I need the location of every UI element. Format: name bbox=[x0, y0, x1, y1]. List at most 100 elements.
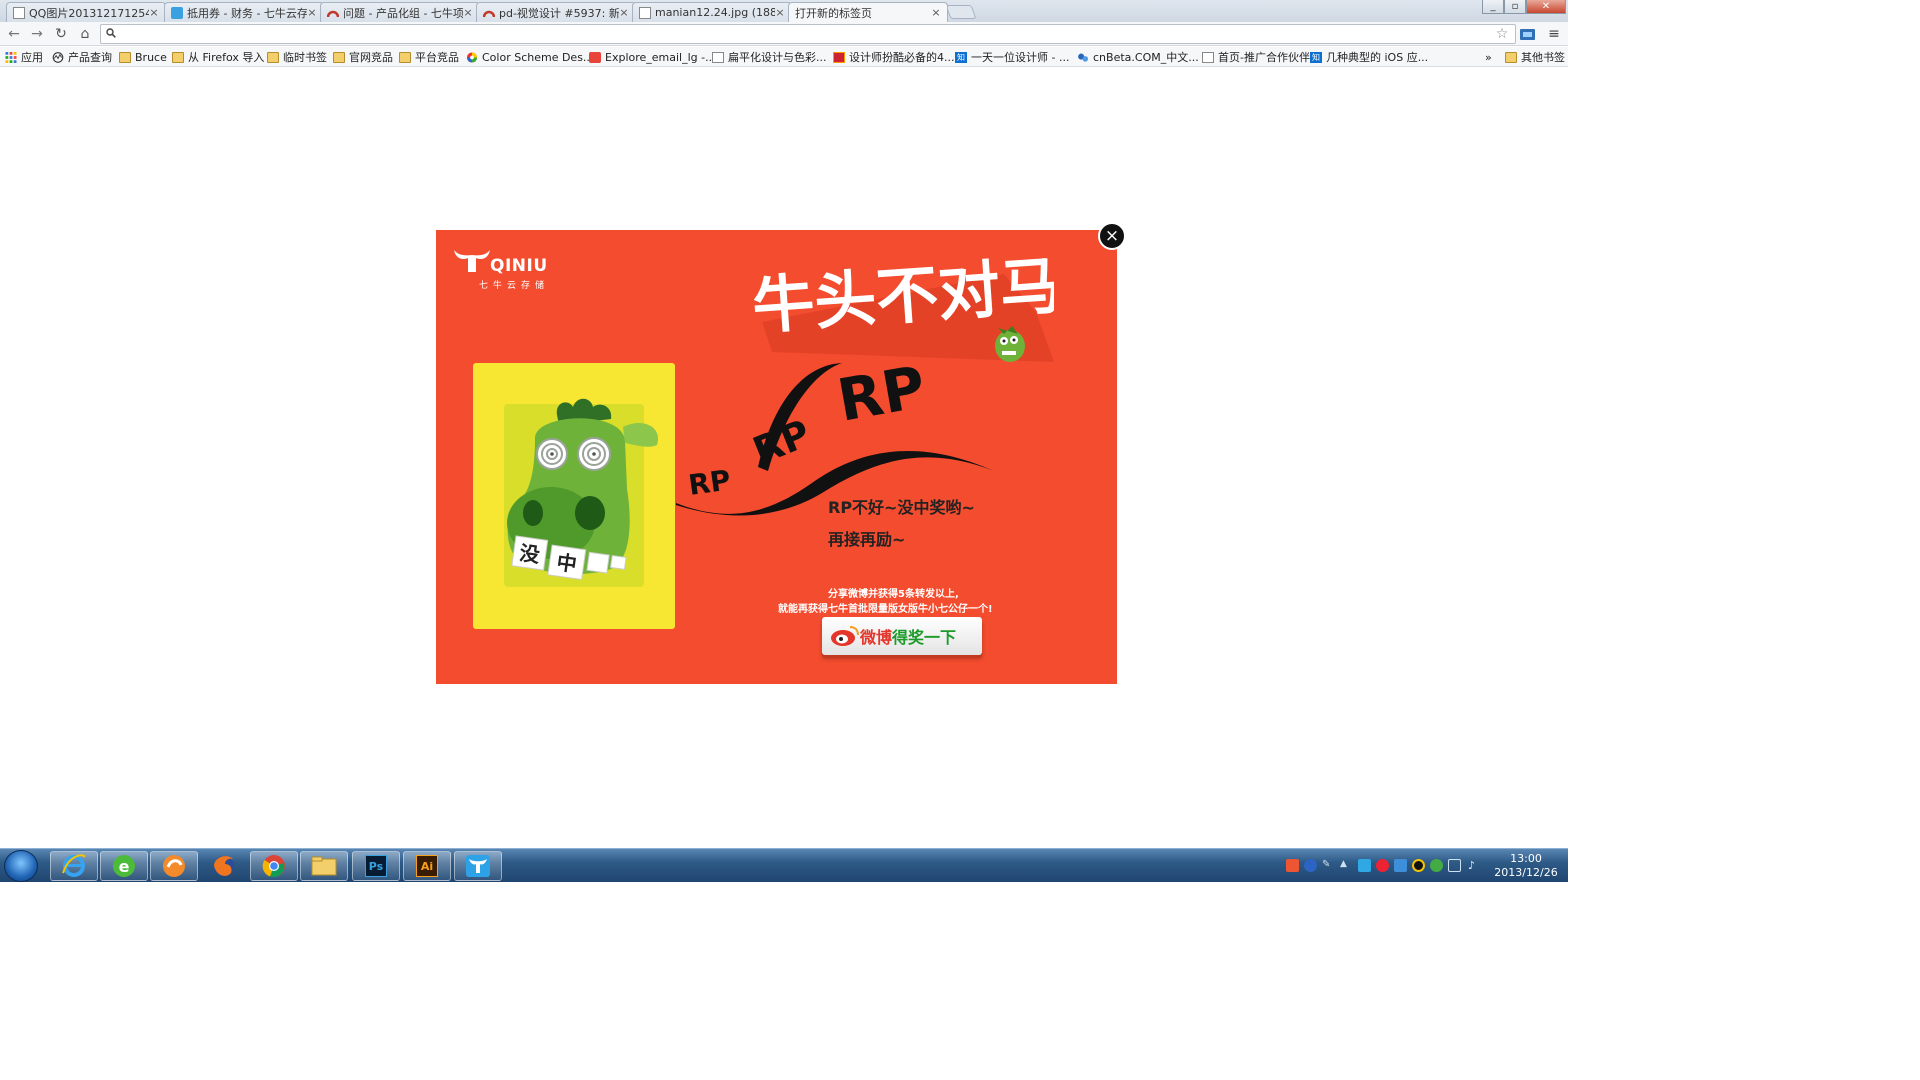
photoshop-icon[interactable]: Ps bbox=[352, 851, 400, 881]
illustrator-icon[interactable]: Ai bbox=[403, 851, 451, 881]
rp-large: RP bbox=[833, 355, 931, 435]
tab-close-icon[interactable]: × bbox=[775, 6, 785, 19]
ie-icon[interactable] bbox=[50, 851, 98, 881]
taskbar-clock[interactable]: 13:00 2013/12/26 bbox=[1490, 852, 1562, 880]
prize-modal: QINIU 七牛云存储 牛头不对马嘴 没 中 RP RP RP RP不好~没中奖… bbox=[436, 230, 1126, 684]
tab-issues[interactable]: 问题 - 产品化组 - 七牛项 × bbox=[320, 2, 480, 22]
bookmark-flat-design[interactable]: 扁平化设计与色彩... bbox=[712, 50, 827, 64]
sogou-ime-icon[interactable] bbox=[1286, 859, 1299, 872]
bookmarks-overflow-chevron-icon[interactable]: » bbox=[1485, 50, 1492, 64]
logo-wordmark: QINIU bbox=[490, 256, 548, 276]
tab-strip: QQ图片20131217125444 × 抵用券 - 财务 - 七牛云存 × 问… bbox=[0, 0, 1568, 22]
tab-close-icon[interactable]: × bbox=[307, 6, 317, 19]
logo-subtitle: 七牛云存储 bbox=[479, 281, 550, 291]
window-close-icon[interactable]: ✕ bbox=[1526, 0, 1566, 14]
star-icon[interactable]: ☆ bbox=[1494, 26, 1510, 42]
globe-icon bbox=[52, 51, 64, 63]
qiniu-icon[interactable] bbox=[454, 851, 502, 881]
bookmark-explore-email[interactable]: Explore_email_lg -... bbox=[589, 50, 716, 64]
cnbeta-icon bbox=[1078, 53, 1089, 62]
bookmark-label: Color Scheme Des... bbox=[482, 50, 594, 64]
zhihu-icon: 知 bbox=[955, 51, 967, 63]
extension-icon[interactable] bbox=[1519, 26, 1535, 42]
apps-grid-icon bbox=[5, 51, 17, 63]
browser-toolbar: ← → ↻ ⌂ ☆ ≡ bbox=[0, 22, 1568, 46]
tab-manian-jpg[interactable]: manian12.24.jpg (1880× × bbox=[632, 2, 792, 22]
clock-date: 2013/12/26 bbox=[1494, 866, 1558, 879]
bookmark-designer-a-day[interactable]: 知 一天一位设计师 - ... bbox=[955, 50, 1069, 64]
address-bar[interactable] bbox=[100, 24, 1516, 44]
qq-icon[interactable] bbox=[1412, 859, 1425, 872]
menu-icon[interactable]: ≡ bbox=[1546, 26, 1562, 42]
folder-icon bbox=[399, 51, 411, 63]
explorer-folder-icon[interactable] bbox=[300, 851, 348, 881]
bookmark-designer-cool[interactable]: 设计师扮酷必备的4... bbox=[833, 50, 955, 64]
bookmark-bruce[interactable]: Bruce bbox=[119, 50, 167, 64]
bookmark-label: 首页-推广合作伙伴 bbox=[1218, 51, 1310, 64]
network-app-icon[interactable] bbox=[1394, 859, 1407, 872]
tab-close-icon[interactable]: × bbox=[149, 6, 159, 19]
system-tray: ✎ ▲ ♪ bbox=[1282, 849, 1488, 883]
modal-close-button[interactable]: × bbox=[1098, 222, 1126, 250]
tab-close-icon[interactable]: × bbox=[931, 6, 941, 19]
clock-time: 13:00 bbox=[1510, 852, 1542, 865]
help-icon[interactable] bbox=[1304, 859, 1317, 872]
bookmark-label: 临时书签 bbox=[283, 51, 327, 64]
ie-green-icon[interactable]: e bbox=[100, 851, 148, 881]
search-icon bbox=[106, 28, 116, 38]
encourage-message: 再接再励~ bbox=[828, 530, 906, 549]
bookmark-product-query[interactable]: 产品查询 bbox=[52, 50, 112, 64]
firefox-icon[interactable] bbox=[200, 851, 248, 881]
bookmark-partners[interactable]: 首页-推广合作伙伴 bbox=[1202, 50, 1310, 64]
bookmark-cnbeta[interactable]: cnBeta.COM_中文... bbox=[1077, 50, 1199, 64]
bookmark-temp[interactable]: 临时书签 bbox=[267, 50, 327, 64]
bookmark-official-competitors[interactable]: 官网竞品 bbox=[333, 50, 393, 64]
show-hidden-icon[interactable]: ▲ bbox=[1340, 859, 1353, 872]
pen-icon[interactable]: ✎ bbox=[1322, 859, 1335, 872]
bookmarks-bar: 应用 产品查询 Bruce 从 Firefox 导入 临时书签 官网竞品 平台竞… bbox=[0, 47, 1568, 67]
tab-voucher[interactable]: 抵用券 - 财务 - 七牛云存 × bbox=[164, 2, 324, 22]
bookmark-label: Explore_email_lg -... bbox=[605, 50, 716, 64]
qiniu-logo: QINIU 七牛云存储 bbox=[452, 246, 547, 291]
tab-qq-image[interactable]: QQ图片20131217125444 × bbox=[6, 2, 166, 22]
reload-icon[interactable]: ↻ bbox=[53, 26, 69, 42]
tab-close-icon[interactable]: × bbox=[619, 6, 629, 19]
back-icon[interactable]: ← bbox=[6, 26, 22, 42]
home-icon[interactable]: ⌂ bbox=[77, 26, 93, 42]
restore-icon[interactable]: ▫ bbox=[1504, 0, 1526, 14]
qiniu-icon bbox=[171, 6, 183, 19]
page-icon bbox=[1202, 51, 1214, 63]
bookmark-label: 设计师扮酷必备的4... bbox=[849, 51, 955, 64]
page-icon bbox=[712, 51, 724, 63]
red-square-icon bbox=[589, 51, 601, 63]
bookmark-platform-competitors[interactable]: 平台竞品 bbox=[399, 50, 459, 64]
tab-title: 抵用券 - 财务 - 七牛云存 bbox=[187, 6, 307, 20]
security-icon[interactable] bbox=[1376, 859, 1389, 872]
forward-icon[interactable]: → bbox=[29, 26, 45, 42]
bookmark-apps[interactable]: 应用 bbox=[5, 50, 43, 64]
new-tab-button[interactable] bbox=[945, 5, 977, 19]
cow-monster-illustration: 没 中 bbox=[504, 398, 659, 587]
chrome-icon[interactable] bbox=[250, 851, 298, 881]
minimize-icon[interactable]: _ bbox=[1482, 0, 1504, 14]
im-icon[interactable] bbox=[1358, 859, 1371, 872]
share-hint-line2: 就能再获得七牛首批限量版女版牛小七公仔一个! bbox=[778, 604, 993, 615]
app-orange-icon[interactable] bbox=[150, 851, 198, 881]
folder-icon bbox=[267, 51, 279, 63]
color-wheel-icon bbox=[466, 51, 478, 63]
green-status-icon[interactable] bbox=[1430, 859, 1443, 872]
tab-close-icon[interactable]: × bbox=[463, 6, 473, 19]
tab-new-tab[interactable]: 打开新的标签页 × bbox=[788, 2, 948, 22]
bookmark-other[interactable]: 其他书签 bbox=[1505, 50, 1565, 64]
network-icon[interactable] bbox=[1448, 859, 1461, 872]
bookmark-label: 应用 bbox=[21, 51, 43, 64]
bookmark-firefox-import[interactable]: 从 Firefox 导入 bbox=[172, 50, 264, 64]
svg-text:e: e bbox=[119, 857, 130, 876]
bull-logo-icon bbox=[454, 250, 490, 272]
weibo-share-button[interactable]: 微博 得奖一下 bbox=[822, 617, 982, 655]
bookmark-ios-apps[interactable]: 知 几种典型的 iOS 应... bbox=[1310, 50, 1428, 64]
start-button[interactable] bbox=[4, 850, 38, 882]
bookmark-color-scheme[interactable]: Color Scheme Des... bbox=[466, 50, 593, 64]
tab-pd-visual[interactable]: pd-视觉设计 #5937: 新年 × bbox=[476, 2, 636, 22]
volume-icon[interactable]: ♪ bbox=[1468, 859, 1481, 872]
